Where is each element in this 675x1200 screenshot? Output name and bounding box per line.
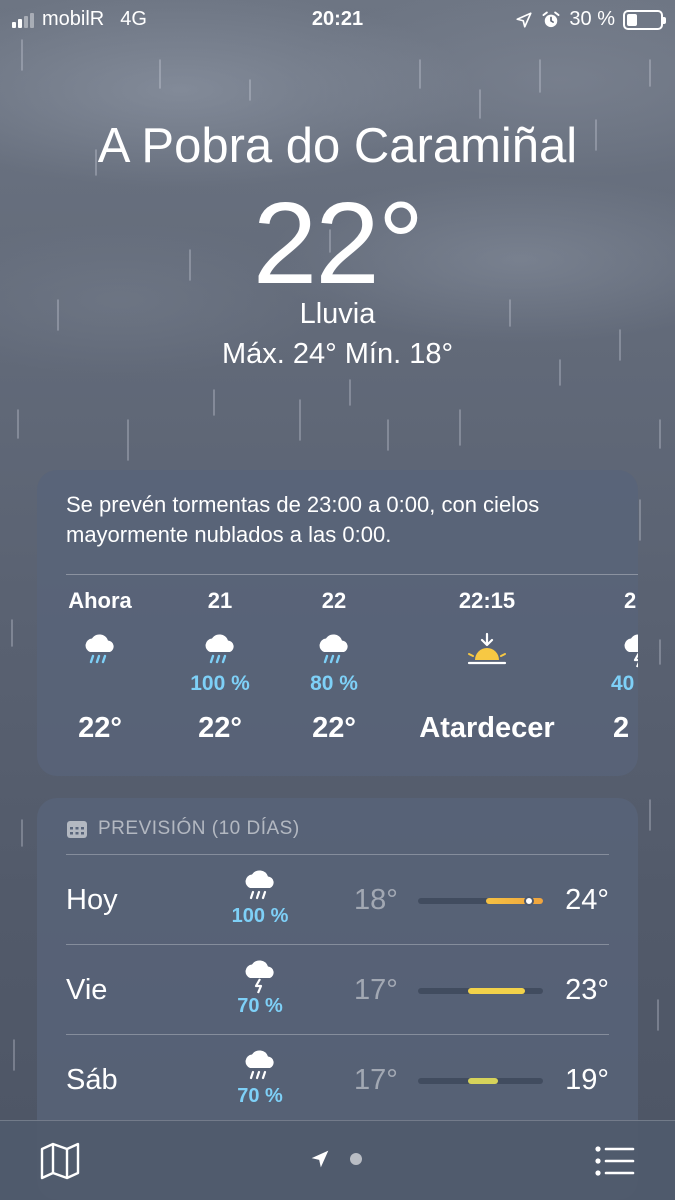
map-icon: [40, 1142, 80, 1180]
precip-chance: 100 %: [190, 672, 250, 695]
hourly-forecast-card[interactable]: Se prevén tormentas de 23:00 a 0:00, con…: [37, 470, 638, 776]
page-indicator[interactable]: [310, 1149, 362, 1169]
precip-chance: 40: [611, 672, 635, 695]
status-right: 30 %: [515, 8, 666, 31]
city-name: A Pobra do Caramiñal: [97, 119, 578, 173]
day-high: 19°: [565, 1064, 609, 1096]
current-temperature-dot: [524, 896, 535, 906]
day-low: 18°: [354, 884, 398, 916]
daily-forecast-heading: PREVISIÓN (10 DÍAS): [66, 818, 300, 840]
map-button[interactable]: [40, 1142, 80, 1185]
battery-icon: [623, 9, 666, 30]
hour-item-sunset: 22:15 Atardecer: [407, 588, 567, 745]
current-temperature: 22°: [252, 178, 424, 308]
day-name: Hoy: [66, 884, 118, 916]
day-low: 17°: [354, 974, 398, 1006]
day-high: 24°: [565, 884, 609, 916]
rain-cloud-icon: 70 %: [224, 1048, 296, 1108]
day-row[interactable]: Vie 70 % 17° 23°: [66, 944, 609, 1034]
location-arrow-icon: [516, 11, 532, 28]
day-name: Vie: [66, 974, 108, 1006]
status-bar: mobilR 4G 20:21 30 %: [0, 0, 675, 38]
battery-level: [627, 13, 637, 26]
precip-chance: [37, 672, 163, 698]
current-condition: Lluvia: [299, 298, 376, 330]
day-row[interactable]: Hoy 100 % 18° 24°: [66, 854, 609, 944]
temperature-range-bar: [418, 896, 543, 906]
list-icon: [595, 1146, 635, 1176]
rain-cloud-icon: [157, 630, 283, 674]
sunset-icon: [407, 630, 567, 674]
temperature-range-fill: [485, 898, 543, 904]
precip-chance: 80 %: [310, 672, 358, 695]
thunderstorm-icon: [597, 630, 638, 674]
day-precip-chance: 70 %: [237, 995, 283, 1017]
temperature-range-bar: [418, 1078, 543, 1084]
temperature-range-fill: [468, 1078, 498, 1084]
hour-item: Ahora 22°: [37, 588, 163, 745]
hour-label: 22:15: [458, 588, 516, 613]
day-low: 17°: [354, 1064, 398, 1096]
hour-temperature: 2: [613, 712, 630, 744]
sunset-label: Atardecer: [419, 712, 555, 744]
day-high: 23°: [565, 974, 609, 1006]
day-name: Sáb: [66, 1064, 118, 1096]
thunderstorm-icon: 70 %: [224, 958, 296, 1018]
day-row[interactable]: Sáb 70 % 17° 19°: [66, 1034, 609, 1124]
hour-temperature: 22°: [78, 712, 122, 744]
day-precip-chance: 100 %: [231, 905, 289, 927]
hour-label: 22: [321, 588, 347, 613]
hour-label: Ahora: [68, 588, 132, 613]
city-list-button[interactable]: [595, 1145, 635, 1182]
hour-item: 22 80 % 22°: [271, 588, 397, 745]
battery-percent: 30 %: [569, 8, 615, 30]
alarm-icon: [542, 11, 560, 27]
temperature-range-bar: [418, 988, 543, 994]
hour-item: 21 100 % 22°: [157, 588, 283, 745]
daily-forecast-title: PREVISIÓN (10 DÍAS): [98, 818, 300, 839]
bottom-toolbar: [0, 1120, 675, 1200]
hour-label: 2: [624, 588, 637, 613]
forecast-summary: Se prevén tormentas de 23:00 a 0:00, con…: [66, 492, 540, 547]
page-dot: [350, 1153, 362, 1165]
hour-temperature: 22°: [198, 712, 242, 744]
high-low-temperature: Máx. 24° Mín. 18°: [221, 338, 454, 370]
hour-item-partial: 2 40 2: [597, 588, 638, 745]
hour-label: 21: [207, 588, 233, 613]
rain-cloud-icon: [271, 630, 397, 674]
rain-cloud-icon: 100 %: [224, 868, 296, 928]
hour-temperature: 22°: [312, 712, 356, 744]
calendar-icon: [67, 821, 87, 838]
temperature-range-fill: [468, 988, 526, 994]
day-precip-chance: 70 %: [237, 1085, 283, 1107]
rain-cloud-icon: [37, 630, 163, 674]
location-arrow-icon: [311, 1150, 329, 1168]
divider: [66, 574, 638, 575]
precip-chance: [407, 672, 567, 698]
